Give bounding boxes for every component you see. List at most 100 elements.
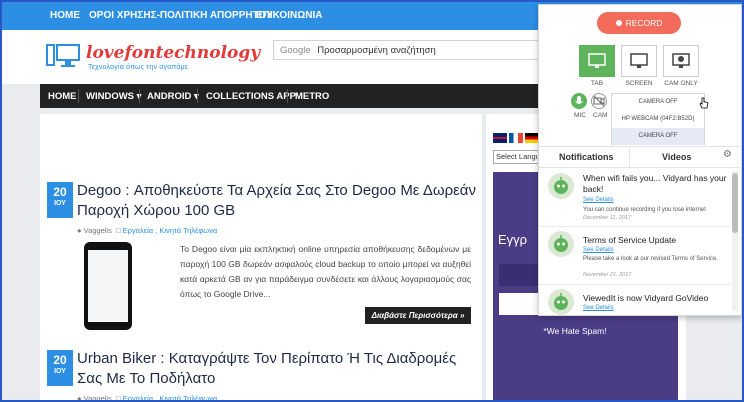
notification-body: Please take a look at our revised Terms … [583,256,718,262]
gear-icon[interactable]: ⚙ [723,149,732,160]
mode-tab-button[interactable] [579,45,615,77]
screen-monitor-icon [630,53,648,68]
flag-fr-icon[interactable] [509,133,523,143]
see-details-link[interactable]: See Details [583,305,614,311]
browser-viewport: HOME ΟΡΟΙ ΧΡΗΣΗΣ-ΠΟΛΙΤΙΚΗ ΑΠΟΡΡΗΤΟΥ ΕΠΙΚ… [0,0,744,402]
mode-screen-button[interactable] [621,45,657,77]
notification-title: ViewedIt is now Vidyard GoVideo [583,293,709,303]
folder-icon: □ [116,226,121,235]
main-content: 20 ΙΟΥ Degoo : Αποθηκεύστε Τα Αρχεία Σας… [40,114,482,402]
date-month: ΙΟΥ [54,200,66,207]
nav-item-windows[interactable]: WINDOWS ▾ [86,91,141,102]
scrollbar-thumb[interactable] [732,173,738,233]
nav-item-home[interactable]: HOME [48,91,77,102]
top-nav-contact[interactable]: ΕΠΙΚΟΙΝΩΝΙΑ [256,10,322,21]
main-nav-bar: HOME WINDOWS ▾ ANDROID ▾ COLLECTIONS APP… [40,84,538,108]
record-button[interactable]: RECORD [597,12,681,34]
robot-avatar-icon [548,231,574,257]
nav-divider [287,89,288,103]
post-author[interactable]: Vaggelis [84,394,112,400]
nav-item-collections[interactable]: COLLECTIONS APP [206,91,296,102]
post-card: 20 ΙΟΥ Urban Biker : Καταγράψτε Τον Περί… [40,348,482,402]
notification-date: November 21, 2017 [583,272,632,278]
post-meta: ● Vaggelis □ Εργαλεία , Κινητά Τηλέφωνα [77,226,217,235]
date-day: 20 [53,185,67,199]
post-card: 20 ΙΟΥ Degoo : Αποθηκεύστε Τα Αρχεία Σας… [40,180,482,340]
post-title[interactable]: Degoo : Αποθηκεύστε Τα Αρχεία Σας Στο De… [77,181,477,221]
subscribe-heading: Εγγρ [498,232,528,247]
search-brand: Google [280,45,311,56]
notification-title: Terms of Service Update [583,235,677,245]
read-more-button[interactable]: Διαβάστε Περισσότερα » [365,307,471,324]
nav-item-metro[interactable]: METRO [295,91,329,102]
tab-divider [629,147,630,169]
folder-icon: □ [116,394,121,402]
mode-tab-label: TAB [590,80,604,87]
see-details-link[interactable]: See Details [583,247,614,253]
flag-en-icon[interactable] [493,133,507,143]
search-input[interactable]: Google Προσαρμοσμένη αναζήτηση [273,40,543,60]
mode-cam-only-button[interactable] [663,45,699,77]
date-month: ΙΟΥ [54,368,66,375]
site-tagline: Τεχνολογία όπως την αγαπάμε [88,64,189,71]
nav-divider [197,89,198,103]
notification-date: December 11, 2017 [583,215,631,221]
phone-screen [88,250,128,322]
search-placeholder: Προσαρμοσμένη αναζήτηση [317,45,436,56]
post-categories[interactable]: Εργαλεία , Κινητά Τηλέφωνα [123,226,218,235]
cam-toggle[interactable] [591,93,607,109]
recorder-extension-popup: RECORD TAB SCREEN CAM ONLY MIC CAM CAMER… [538,4,742,316]
camera-option[interactable]: CAMERA OFF [612,94,704,111]
post-excerpt: Το Degoo είναι μία εκπληκτική online υπη… [180,244,471,299]
post-title[interactable]: Urban Biker : Καταγράψτε Τον Περίπατο Ή … [77,349,477,389]
nav-divider [78,89,79,103]
tab-notifications[interactable]: Notifications [559,152,614,162]
monitor-logo-icon [46,44,80,67]
site-logo-text[interactable]: lovefontechnology [86,43,260,63]
cam-only-icon [672,53,690,68]
author-icon: ● [77,394,82,402]
camera-off-icon [593,95,605,107]
mic-label: MIC [574,112,586,119]
notification-item[interactable]: When wifi fails you... Vidyard has your … [539,169,731,227]
nav-item-android-label: ANDROID [147,91,192,102]
notification-list: When wifi fails you... Vidyard has your … [539,169,731,315]
notification-scrollbar[interactable] [732,171,738,311]
nav-item-windows-label: WINDOWS [86,91,135,102]
notification-tabs: Notifications Videos [539,146,742,169]
notification-item[interactable]: ViewedIt is now Vidyard GoVideo See Deta… [539,285,731,315]
notification-body: You can continue recording if you lose i… [583,207,706,213]
record-label: RECORD [625,18,663,28]
post-thumbnail[interactable] [84,242,132,330]
post-categories[interactable]: Εργαλεία , Κινητά Τηλέφωνα [123,394,218,400]
nav-item-android[interactable]: ANDROID ▾ [147,91,199,102]
see-details-link[interactable]: See Details [583,197,614,203]
record-dot-icon [615,20,622,26]
mode-cam-only-label: CAM ONLY [664,80,698,87]
top-nav-home[interactable]: HOME [50,10,80,21]
nav-divider [139,89,140,103]
mode-screen-label: SCREEN [625,80,653,87]
robot-avatar-icon [548,173,574,199]
tab-videos[interactable]: Videos [662,152,691,162]
date-badge: 20 ΙΟΥ [47,182,73,218]
date-day: 20 [53,353,67,367]
post-author[interactable]: Vaggelis [84,226,112,235]
robot-avatar-icon [548,289,574,315]
flag-de-icon[interactable] [525,133,539,143]
notification-item[interactable]: Terms of Service Update See Details Plea… [539,227,731,285]
cam-label: CAM [593,112,608,119]
camera-option-selected[interactable]: CAMERA OFF [612,128,704,145]
camera-option[interactable]: HP WEBCAM (04F2:B52D) [612,111,704,128]
spam-note: *We Hate Spam! [543,326,607,336]
top-nav-terms[interactable]: ΟΡΟΙ ΧΡΗΣΗΣ-ΠΟΛΙΤΙΚΗ ΑΠΟΡΡΗΤΟΥ [89,10,273,21]
tab-monitor-icon [588,53,606,68]
hand-cursor-icon [699,97,709,109]
ad-placeholder [40,114,482,176]
camera-dropdown: CAMERA OFF HP WEBCAM (04F2:B52D) CAMERA … [611,93,705,145]
language-flags [493,130,541,143]
notification-title: When wifi fails you... Vidyard has your … [583,173,727,194]
author-icon: ● [77,226,82,235]
microphone-icon [575,96,583,104]
mic-toggle[interactable] [571,93,587,109]
